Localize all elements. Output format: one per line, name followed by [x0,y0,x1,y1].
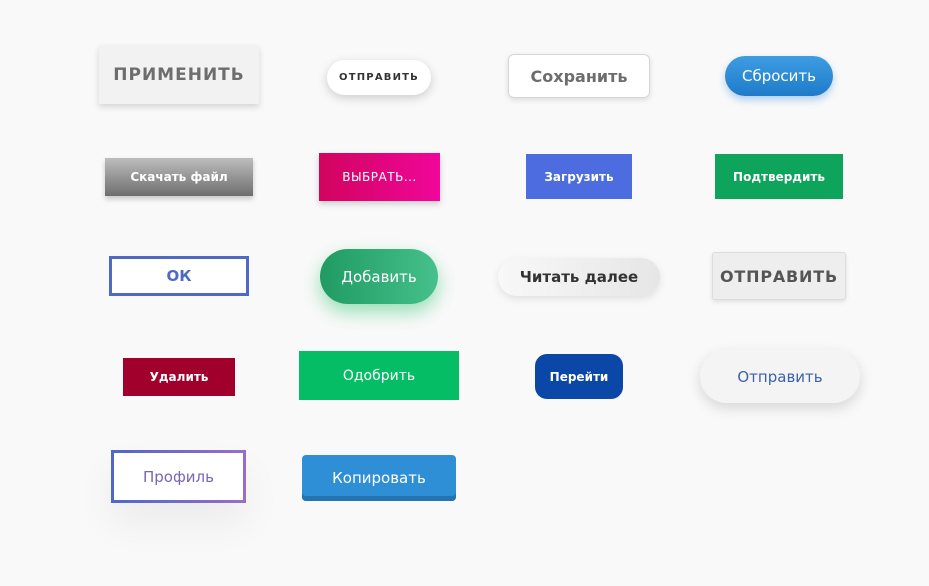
save-button[interactable]: Сохранить [508,54,650,98]
download-file-button[interactable]: Скачать файл [105,158,253,196]
read-more-button[interactable]: Читать далее [498,258,660,296]
go-button[interactable]: Перейти [535,354,623,399]
confirm-button[interactable]: Подтвердить [715,154,843,199]
send-pill-button[interactable]: Отправить [700,350,860,403]
send-small-button[interactable]: ОТПРАВИТЬ [327,60,431,95]
apply-button[interactable]: ПРИМЕНИТЬ [99,45,259,104]
profile-button[interactable]: Профиль [111,450,246,503]
add-button[interactable]: Добавить [320,249,438,304]
reset-button[interactable]: Сбросить [725,56,833,96]
upload-button[interactable]: Загрузить [526,154,632,199]
ok-button[interactable]: ОК [109,256,249,296]
approve-button[interactable]: Одобрить [299,351,459,400]
select-button[interactable]: ВЫБРАТЬ... [319,153,440,201]
send-caps-button[interactable]: ОТПРАВИТЬ [712,252,846,300]
delete-button[interactable]: Удалить [123,358,235,396]
copy-button[interactable]: Копировать [302,455,456,501]
